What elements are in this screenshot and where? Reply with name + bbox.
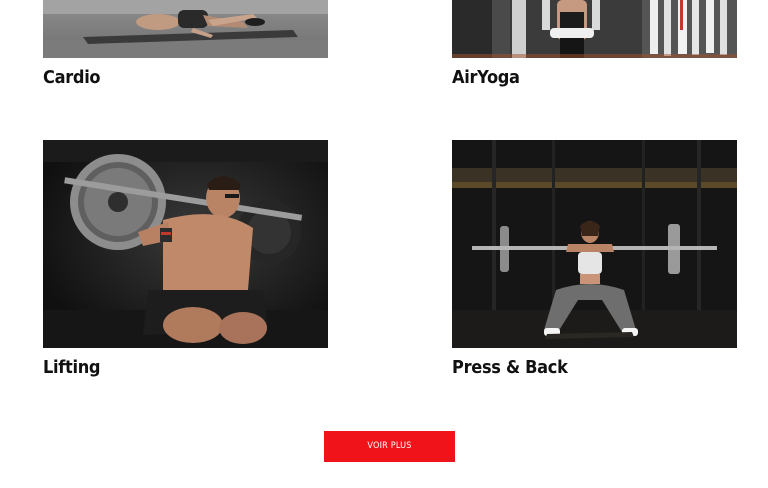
press-back-photo[interactable]	[452, 140, 737, 348]
see-more-button[interactable]: VOIR PLUS	[324, 431, 455, 462]
class-card-airyoga[interactable]: AirYoga	[452, 0, 737, 88]
class-title[interactable]: Cardio	[43, 67, 101, 89]
class-title[interactable]: Lifting	[43, 357, 101, 379]
cardio-photo[interactable]	[43, 0, 328, 58]
lifting-photo[interactable]	[43, 140, 328, 348]
class-card-lifting[interactable]: Lifting	[43, 140, 328, 378]
airyoga-photo[interactable]	[452, 0, 737, 58]
classes-page: Cardio AirYoga Lifting Press & Back VOIR…	[0, 0, 768, 488]
class-title[interactable]: Press & Back	[452, 357, 568, 379]
class-title[interactable]: AirYoga	[452, 67, 520, 89]
class-card-press-back[interactable]: Press & Back	[452, 140, 737, 378]
class-card-cardio[interactable]: Cardio	[43, 0, 328, 88]
